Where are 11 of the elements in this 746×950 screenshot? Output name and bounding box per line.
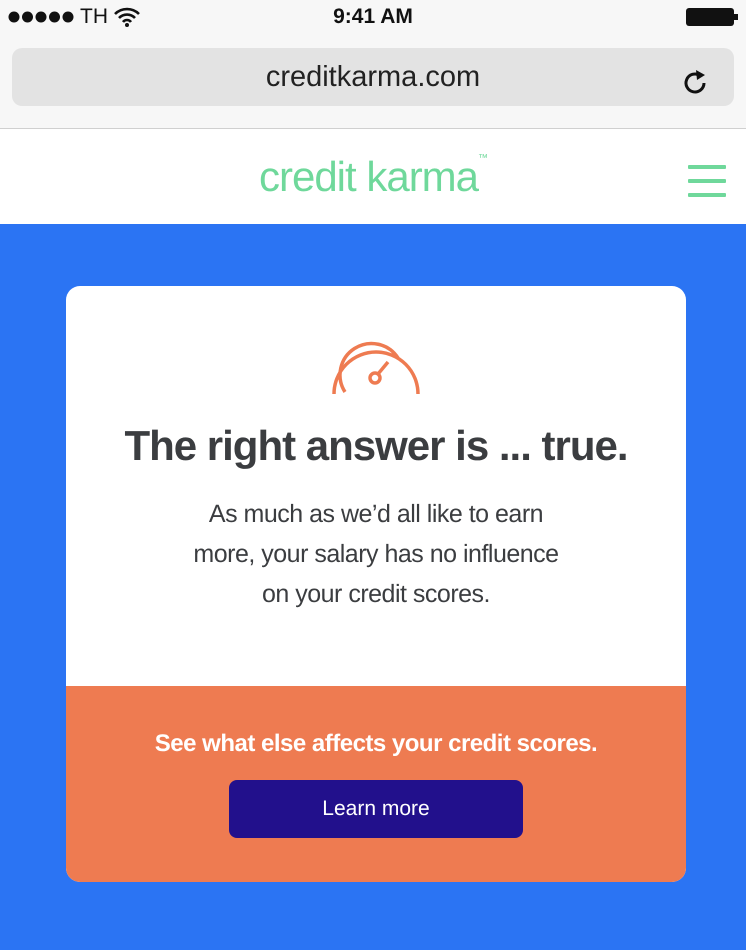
signal-icon	[8, 11, 74, 23]
wifi-icon	[114, 7, 140, 27]
battery-icon	[686, 8, 738, 26]
status-time: 9:41 AM	[333, 5, 413, 29]
learn-more-button[interactable]: Learn more	[229, 780, 523, 838]
address-bar[interactable]: creditkarma.com	[12, 48, 734, 106]
url-text: creditkarma.com	[266, 60, 480, 94]
cta-text: See what else affects your credit scores.	[154, 730, 598, 758]
carrier-label: TH	[80, 5, 108, 29]
answer-heading: The right answer is ... true.	[124, 422, 628, 470]
answer-text: As much as we’d all like to earn more, your salary has no influence on your credit scores.	[192, 499, 560, 610]
